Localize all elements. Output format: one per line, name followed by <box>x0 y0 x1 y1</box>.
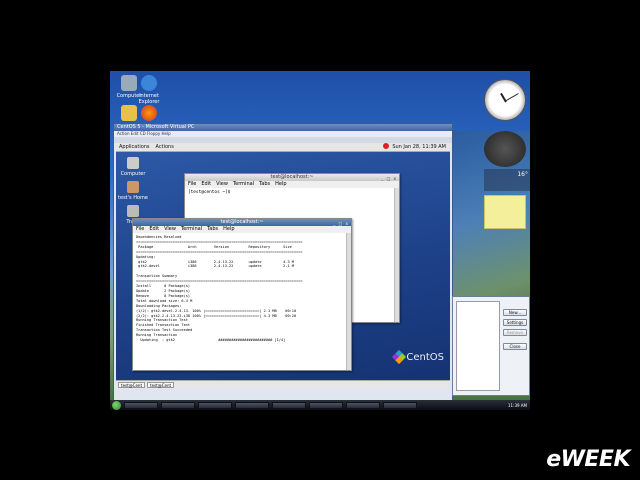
desktop-icon-internet-explorer[interactable]: Internet Explorer <box>132 75 166 105</box>
taskbar-item[interactable] <box>272 401 306 409</box>
menu-tabs[interactable]: Tabs <box>259 181 270 188</box>
gnome-bottom-panel: test@Cent test@Cent <box>116 380 450 389</box>
applications-menu[interactable]: Applications <box>119 143 150 152</box>
vm-title-bar[interactable]: CentOS 5 - Microsoft Virtual PC <box>114 124 452 131</box>
terminal-menu-bar: File Edit View Terminal Tabs Help <box>185 181 399 188</box>
update-alert-icon[interactable] <box>383 143 390 149</box>
panel-clock[interactable]: Sun Jan 28, 11:39 AM <box>383 143 450 152</box>
terminal-menu-bar: File Edit View Terminal Tabs Help <box>133 226 351 233</box>
slideshow-gadget[interactable] <box>484 131 526 167</box>
actions-menu[interactable]: Actions <box>156 143 174 152</box>
gnome-icon-home[interactable]: test's Home <box>118 181 148 201</box>
terminal-scrollbar[interactable] <box>394 188 399 322</box>
windows-desktop: Computer Internet Explorer 16° CentOS 5 … <box>110 71 530 410</box>
centos-screen[interactable]: Applications Actions Sun Jan 28, 11:39 A… <box>116 143 450 389</box>
taskbar-item[interactable] <box>124 401 158 409</box>
window-controls[interactable]: _ □ x <box>381 175 397 182</box>
notes-gadget[interactable] <box>484 195 526 229</box>
terminal-scrollbar[interactable] <box>346 233 351 370</box>
taskbar-item[interactable] <box>198 401 232 409</box>
menu-file[interactable]: File <box>136 226 144 233</box>
terminal-window-front[interactable]: test@localhost:~ _ □ x File Edit View Ter… <box>132 218 352 371</box>
start-button[interactable] <box>112 400 121 410</box>
trash-icon <box>127 205 139 217</box>
taskbar-item[interactable] <box>346 401 380 409</box>
menu-file[interactable]: File <box>188 181 196 188</box>
menu-view[interactable]: View <box>164 226 176 233</box>
centos-mark-icon <box>392 349 407 365</box>
gnome-top-panel: Applications Actions Sun Jan 28, 11:39 A… <box>116 143 450 152</box>
taskbar-item[interactable] <box>309 401 343 409</box>
terminal-title-bar[interactable]: test@localhost:~ _ □ x <box>185 174 399 181</box>
menu-edit[interactable]: Edit <box>149 226 159 233</box>
terminal-output[interactable]: Dependencies Resolved ==================… <box>133 233 351 345</box>
settings-dialog[interactable]: New... Settings Remove Close <box>452 296 530 396</box>
eweek-logo: eWEEK <box>546 447 630 472</box>
clock-minute-hand <box>505 93 519 102</box>
task-terminal-1[interactable]: test@Cent <box>118 382 146 388</box>
home-folder-icon <box>127 181 139 193</box>
desktop-icon-firefox[interactable] <box>132 105 166 123</box>
terminal-title-bar[interactable]: test@localhost:~ _ □ x <box>133 219 351 226</box>
menu-tabs[interactable]: Tabs <box>207 226 218 233</box>
menu-edit[interactable]: Edit <box>201 181 211 188</box>
new-button[interactable]: New... <box>503 309 527 316</box>
dialog-list[interactable] <box>456 301 500 391</box>
window-controls[interactable]: _ □ x <box>333 220 349 227</box>
taskbar-item[interactable] <box>235 401 269 409</box>
screenshot-frame: Computer Internet Explorer 16° CentOS 5 … <box>0 0 640 480</box>
menu-help[interactable]: Help <box>223 226 234 233</box>
settings-button[interactable]: Settings <box>503 319 527 326</box>
taskbar-item[interactable] <box>383 401 417 409</box>
menu-terminal[interactable]: Terminal <box>181 226 202 233</box>
task-terminal-2[interactable]: test@Cent <box>147 382 175 388</box>
windows-taskbar: 11:39 AM <box>110 400 530 410</box>
weather-gadget[interactable]: 16° <box>484 169 530 191</box>
firefox-icon <box>141 105 157 121</box>
close-button[interactable]: Close <box>503 343 527 350</box>
remove-button[interactable]: Remove <box>503 329 527 336</box>
taskbar-clock[interactable]: 11:39 AM <box>508 403 530 408</box>
menu-help[interactable]: Help <box>275 181 286 188</box>
menu-view[interactable]: View <box>216 181 228 188</box>
clock-gadget[interactable] <box>484 79 526 121</box>
computer-icon <box>127 157 139 169</box>
terminal-output[interactable]: [test@centos ~]$ <box>185 188 399 197</box>
centos-logo: CentOS <box>392 349 444 365</box>
virtual-pc-window[interactable]: CentOS 5 - Microsoft Virtual PC Action E… <box>113 123 453 401</box>
internet-explorer-icon <box>141 75 157 91</box>
gnome-icon-computer[interactable]: Computer <box>118 157 148 177</box>
menu-terminal[interactable]: Terminal <box>233 181 254 188</box>
taskbar-item[interactable] <box>161 401 195 409</box>
